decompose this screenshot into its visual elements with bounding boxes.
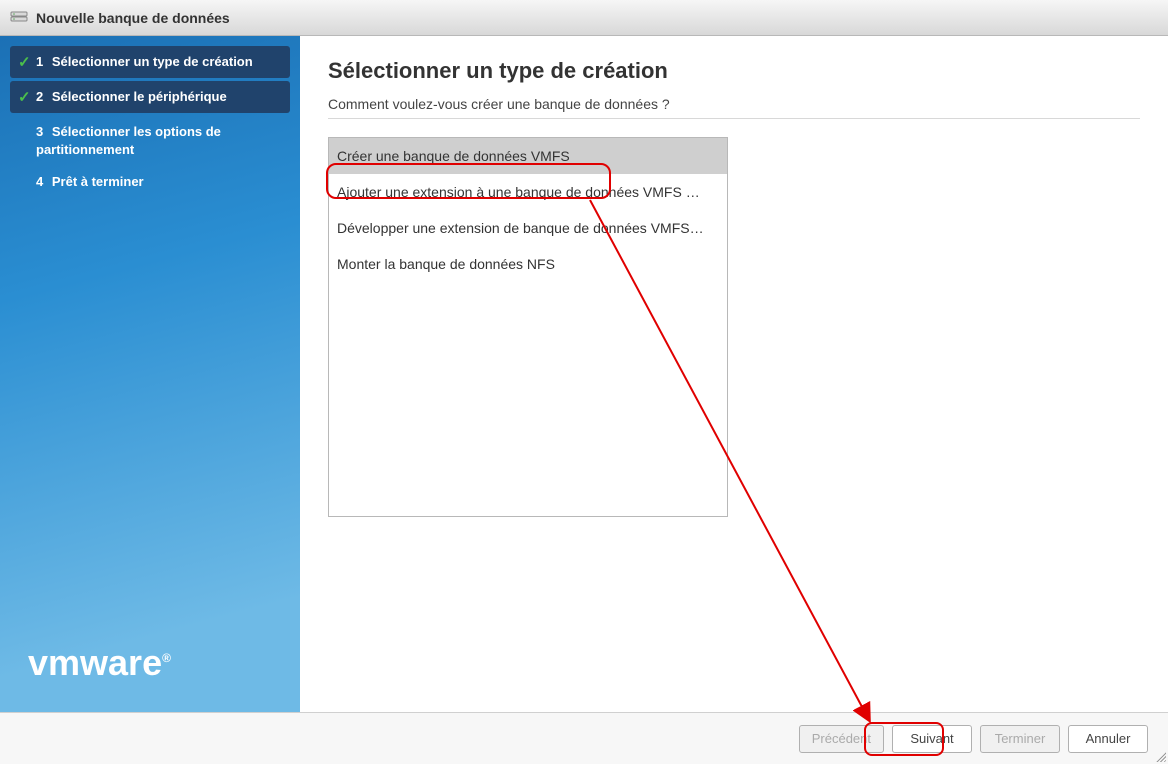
window-title: Nouvelle banque de données [36,10,230,26]
step-label: Sélectionner les options de partitionnem… [36,124,221,157]
option-extend-extent[interactable]: Développer une extension de banque de do… [329,210,727,246]
step-label: Sélectionner le périphérique [52,89,227,104]
wizard-step-4[interactable]: 4 Prêt à terminer [0,166,300,198]
step-number: 2 [36,89,43,104]
prev-button: Précédent [799,725,884,753]
option-add-extent[interactable]: Ajouter une extension à une banque de do… [329,174,727,210]
check-icon: ✓ [18,89,31,107]
cancel-button[interactable]: Annuler [1068,725,1148,753]
divider [328,118,1140,119]
wizard-step-2[interactable]: ✓ 2 Sélectionner le périphérique [10,81,290,113]
wizard-window: Nouvelle banque de données ✓ 1 Sélection… [0,0,1168,764]
finish-button: Terminer [980,725,1060,753]
next-button[interactable]: Suivant [892,725,972,753]
option-create-vmfs[interactable]: Créer une banque de données VMFS [329,138,727,174]
option-mount-nfs[interactable]: Monter la banque de données NFS [329,246,727,282]
resize-grip-icon[interactable] [1154,750,1166,762]
check-icon: ✓ [18,54,31,72]
footer: Précédent Suivant Terminer Annuler [0,712,1168,764]
step-label: Sélectionner un type de création [52,54,253,69]
creation-type-list[interactable]: Créer une banque de données VMFS Ajouter… [328,137,728,517]
page-subtitle: Comment voulez-vous créer une banque de … [328,96,1140,112]
wizard-steps: ✓ 1 Sélectionner un type de création ✓ 2… [0,36,300,198]
vmware-logo: vmware® [28,642,171,683]
step-number: 1 [36,54,43,69]
wizard-step-3[interactable]: 3 Sélectionner les options de partitionn… [0,116,300,166]
step-label: Prêt à terminer [52,174,144,189]
brand: vmware® [0,642,300,712]
titlebar: Nouvelle banque de données [0,0,1168,36]
page-heading: Sélectionner un type de création [328,58,1140,84]
step-number: 4 [36,174,43,189]
sidebar: ✓ 1 Sélectionner un type de création ✓ 2… [0,36,300,712]
datastore-icon [10,9,28,27]
wizard-step-1[interactable]: ✓ 1 Sélectionner un type de création [10,46,290,78]
wizard-body: ✓ 1 Sélectionner un type de création ✓ 2… [0,36,1168,712]
main-panel: Sélectionner un type de création Comment… [300,36,1168,712]
step-number: 3 [36,124,43,139]
